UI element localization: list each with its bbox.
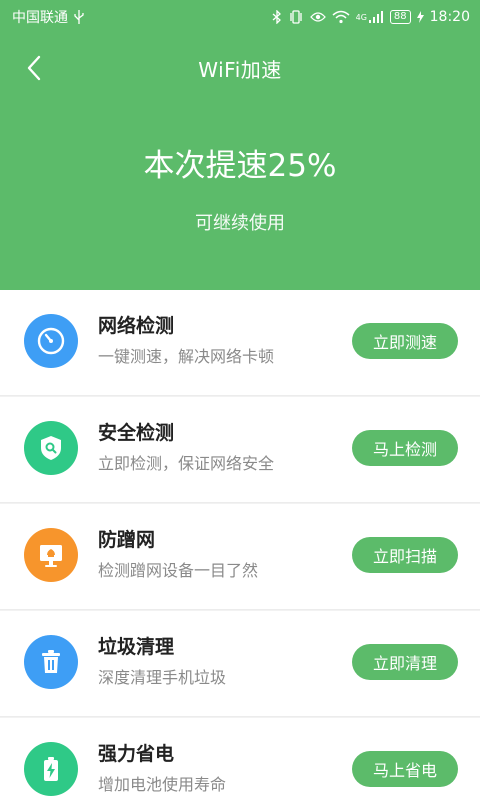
item-text: 网络检测 一键测速，解决网络卡顿: [98, 314, 274, 367]
clock-icon: [24, 314, 78, 368]
list-item-security-check: 安全检测 立即检测，保证网络安全 马上检测: [0, 397, 480, 503]
battery-icon: [24, 742, 78, 796]
clean-button[interactable]: 立即清理: [352, 644, 458, 680]
list-item-anti-leech: 防蹭网 检测蹭网设备一目了然 立即扫描: [0, 504, 480, 610]
list-item-network-check: 网络检测 一键测速，解决网络卡顿 立即测速: [0, 290, 480, 396]
battery-indicator: 88: [389, 10, 411, 24]
speed-result-subtitle: 可继续使用: [195, 213, 285, 234]
item-desc: 深度清理手机垃圾: [98, 668, 227, 687]
item-title: 网络检测: [98, 315, 175, 337]
status-bar: 中国联通 4G 88 18:20: [0, 0, 480, 34]
security-check-button[interactable]: 马上检测: [352, 430, 458, 466]
item-desc: 立即检测，保证网络安全: [98, 454, 275, 473]
feature-list: 网络检测 一键测速，解决网络卡顿 立即测速 安全检测 立即检测，保证网络安全 马…: [0, 290, 480, 800]
speed-test-button[interactable]: 立即测速: [352, 323, 458, 359]
header: 中国联通 4G 88 18:20 WiFi加速 本次提速25% 可继续使用: [0, 0, 480, 290]
status-right: 4G 88 18:20: [272, 9, 470, 25]
item-text: 安全检测 立即检测，保证网络安全: [98, 421, 274, 474]
item-desc: 一键测速，解决网络卡顿: [98, 347, 275, 366]
clock-time: 18:20: [429, 9, 470, 25]
page-title: WiFi加速: [198, 57, 282, 82]
item-text: 垃圾清理 深度清理手机垃圾: [98, 635, 226, 688]
back-button[interactable]: [18, 52, 50, 84]
charging-icon: [416, 9, 424, 25]
item-desc: 检测蹭网设备一目了然: [98, 561, 259, 580]
usb-icon: [74, 9, 84, 25]
item-title: 防蹭网: [98, 529, 156, 551]
list-item-junk-clean: 垃圾清理 深度清理手机垃圾 立即清理: [0, 611, 480, 717]
trash-icon: [24, 635, 78, 689]
power-save-button[interactable]: 马上省电: [352, 751, 458, 787]
scan-button[interactable]: 立即扫描: [352, 537, 458, 573]
signal-icon: 4G: [356, 9, 384, 25]
battery-level: 88: [393, 11, 407, 22]
item-title: 安全检测: [98, 422, 175, 444]
status-left: 中国联通: [12, 7, 84, 27]
eye-icon: [309, 9, 326, 25]
speed-result-title: 本次提速25%: [143, 148, 337, 184]
nav-bar: WiFi加速: [0, 44, 480, 92]
bluetooth-icon: [272, 9, 282, 25]
item-title: 垃圾清理: [98, 636, 175, 658]
monitor-icon: [24, 528, 78, 582]
item-text: 防蹭网 检测蹭网设备一目了然: [98, 528, 258, 581]
chevron-left-icon: [27, 55, 41, 81]
wifi-icon: [332, 9, 350, 25]
item-desc: 增加电池使用寿命: [98, 775, 227, 794]
list-item-power-save: 强力省电 增加电池使用寿命 马上省电: [0, 718, 480, 800]
vibrate-icon: [288, 9, 304, 25]
item-title: 强力省电: [98, 743, 175, 765]
carrier-label: 中国联通: [12, 10, 68, 26]
item-text: 强力省电 增加电池使用寿命: [98, 742, 226, 795]
shield-icon: [24, 421, 78, 475]
